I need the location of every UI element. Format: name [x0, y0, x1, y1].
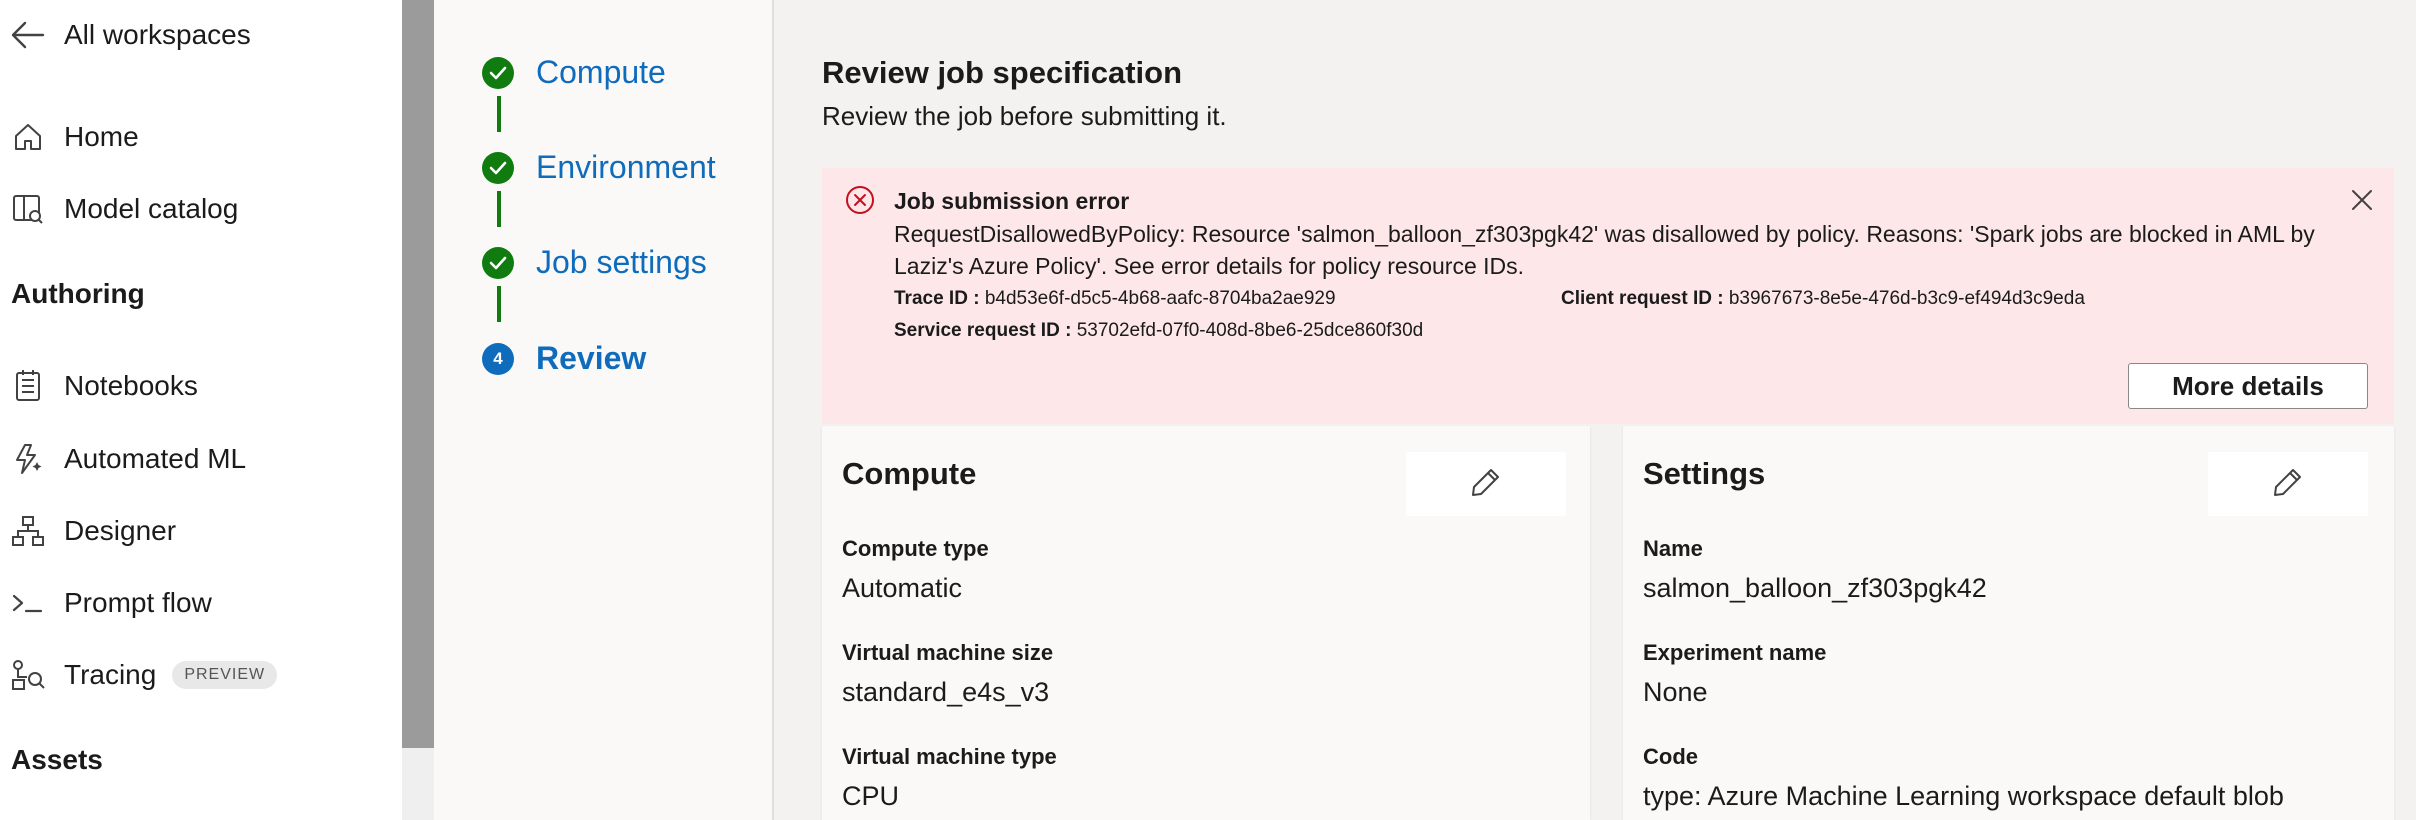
- field-value: None: [1643, 677, 1708, 707]
- nav-item-label: Tracing PREVIEW: [64, 659, 278, 691]
- field-value: standard_e4s_v3: [842, 677, 1050, 707]
- page-title: Review job specification: [822, 55, 1183, 90]
- nav-item-model-catalog[interactable]: Model catalog: [0, 181, 402, 237]
- pencil-icon: [1469, 465, 1503, 504]
- arrow-left-icon: [10, 17, 46, 53]
- page-subtitle: Review the job before submitting it.: [822, 101, 1227, 131]
- field-label: Code: [1643, 744, 1698, 769]
- nav-item-tracing[interactable]: Tracing PREVIEW: [0, 647, 402, 703]
- edit-compute-button[interactable]: [1406, 452, 1566, 516]
- field-label: Experiment name: [1643, 640, 1827, 665]
- settings-card: Settings Name salmon_balloon_zf303pgk42 …: [1623, 426, 2394, 820]
- nav-item-label: Notebooks: [64, 370, 198, 401]
- tracing-icon: [10, 657, 46, 693]
- error-circle-icon: [844, 184, 876, 216]
- checkmark-icon: [482, 151, 514, 184]
- field-value: CPU: [842, 781, 900, 811]
- step-number: 4: [482, 342, 514, 375]
- notebook-icon: [10, 368, 46, 404]
- close-icon[interactable]: [2346, 184, 2378, 216]
- step-label: Environment: [536, 149, 716, 185]
- checkmark-icon: [482, 246, 514, 279]
- card-title: Settings: [1643, 456, 1766, 491]
- section-heading-assets: Assets: [11, 744, 103, 775]
- nav-item-label: Designer: [64, 515, 177, 546]
- checkmark-icon: [482, 56, 514, 89]
- error-message: RequestDisallowedByPolicy: Resource 'sal…: [894, 221, 2315, 279]
- field-label: Virtual machine type: [842, 744, 1057, 769]
- edit-settings-button[interactable]: [2208, 452, 2368, 516]
- step-review[interactable]: 4 Review: [482, 340, 646, 377]
- nav-item-designer[interactable]: Designer: [0, 503, 402, 559]
- step-label: Review: [536, 340, 647, 376]
- section-heading-authoring: Authoring: [11, 278, 145, 309]
- preview-badge: PREVIEW: [172, 660, 278, 689]
- error-title: Job submission error: [894, 188, 1130, 214]
- nav-item-notebooks[interactable]: Notebooks: [0, 358, 402, 414]
- back-label: All workspaces: [64, 19, 251, 50]
- nav-item-label: Home: [64, 121, 139, 152]
- field-label: Virtual machine size: [842, 640, 1054, 665]
- pencil-icon: [2271, 465, 2305, 504]
- model-catalog-icon: [10, 191, 46, 227]
- nav-item-automated-ml[interactable]: Automated ML: [0, 431, 402, 487]
- nav-item-label: Prompt flow: [64, 587, 212, 618]
- step-environment[interactable]: Environment: [482, 149, 716, 186]
- field-value: type: Azure Machine Learning workspace d…: [1643, 781, 2284, 811]
- field-label: Compute type: [842, 536, 989, 561]
- nav-scrollbar-thumb[interactable]: [402, 0, 434, 748]
- trace-id: Trace ID : b4d53e6f-d5c5-4b68-aafc-8704b…: [894, 288, 1336, 309]
- home-icon: [10, 119, 46, 155]
- compute-card: Compute Compute type Automatic Virtual m…: [822, 426, 1590, 820]
- field-value: salmon_balloon_zf303pgk42: [1643, 573, 1987, 603]
- card-title: Compute: [842, 456, 977, 491]
- nav-item-label: Automated ML: [64, 443, 247, 474]
- service-request-id: Service request ID : 53702efd-07f0-408d-…: [894, 320, 1424, 341]
- step-connector: [497, 286, 501, 322]
- step-job-settings[interactable]: Job settings: [482, 244, 707, 281]
- nav-item-home[interactable]: Home: [0, 109, 402, 165]
- nav-item-label: Model catalog: [64, 193, 239, 224]
- nav-item-prompt-flow[interactable]: Prompt flow: [0, 575, 402, 631]
- step-connector: [497, 191, 501, 227]
- left-navigation: All workspaces Home Model catalog Author…: [0, 0, 402, 820]
- wizard-steps-panel: [434, 0, 772, 820]
- client-request-id: Client request ID : b3967673-8e5e-476d-b…: [1561, 288, 2085, 309]
- step-connector: [497, 96, 501, 132]
- field-label: Name: [1643, 536, 1703, 561]
- prompt-flow-icon: [10, 585, 46, 621]
- step-label: Compute: [536, 54, 666, 90]
- step-compute[interactable]: Compute: [482, 54, 666, 91]
- designer-icon: [10, 513, 46, 549]
- back-to-all-workspaces[interactable]: All workspaces: [0, 7, 402, 63]
- field-value: Automatic: [842, 573, 963, 603]
- step-label: Job settings: [536, 244, 707, 280]
- automated-ml-icon: [10, 441, 46, 477]
- more-details-button[interactable]: More details: [2128, 363, 2368, 409]
